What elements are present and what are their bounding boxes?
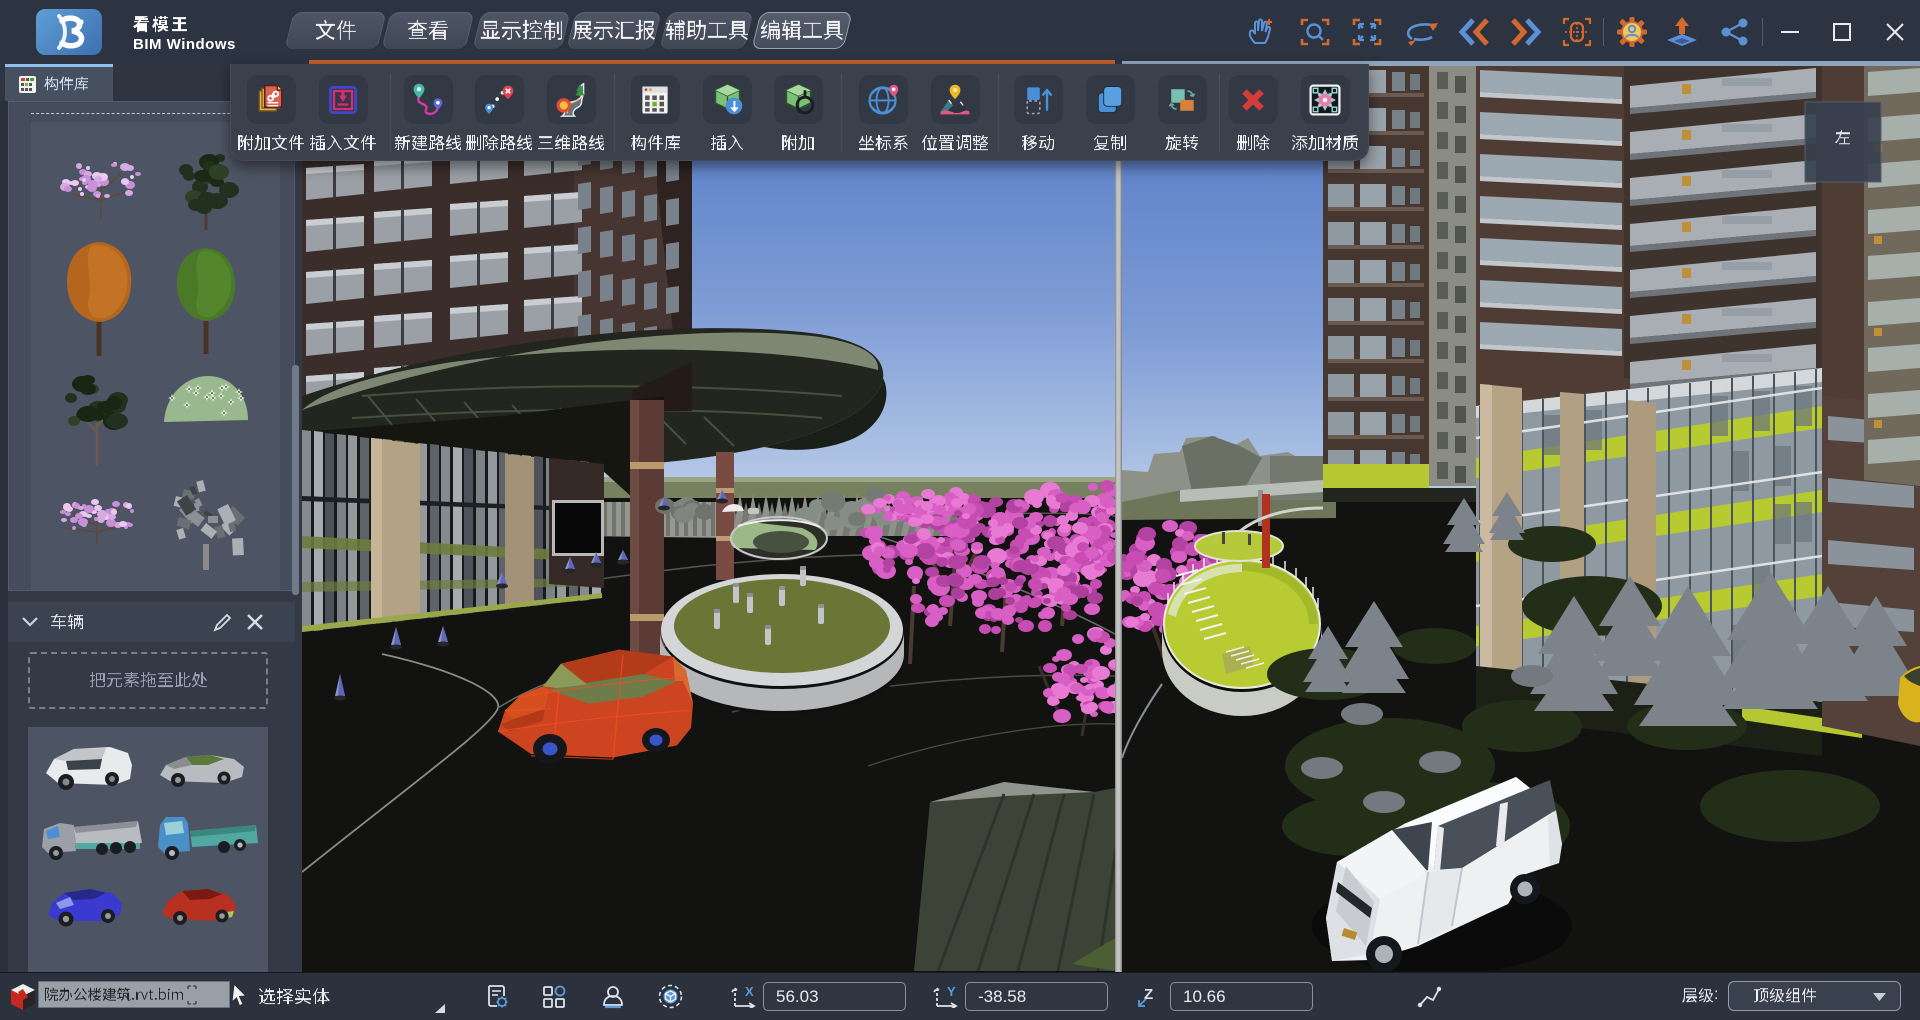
svg-text:X: X: [745, 984, 754, 999]
svg-text:Y: Y: [947, 984, 956, 999]
